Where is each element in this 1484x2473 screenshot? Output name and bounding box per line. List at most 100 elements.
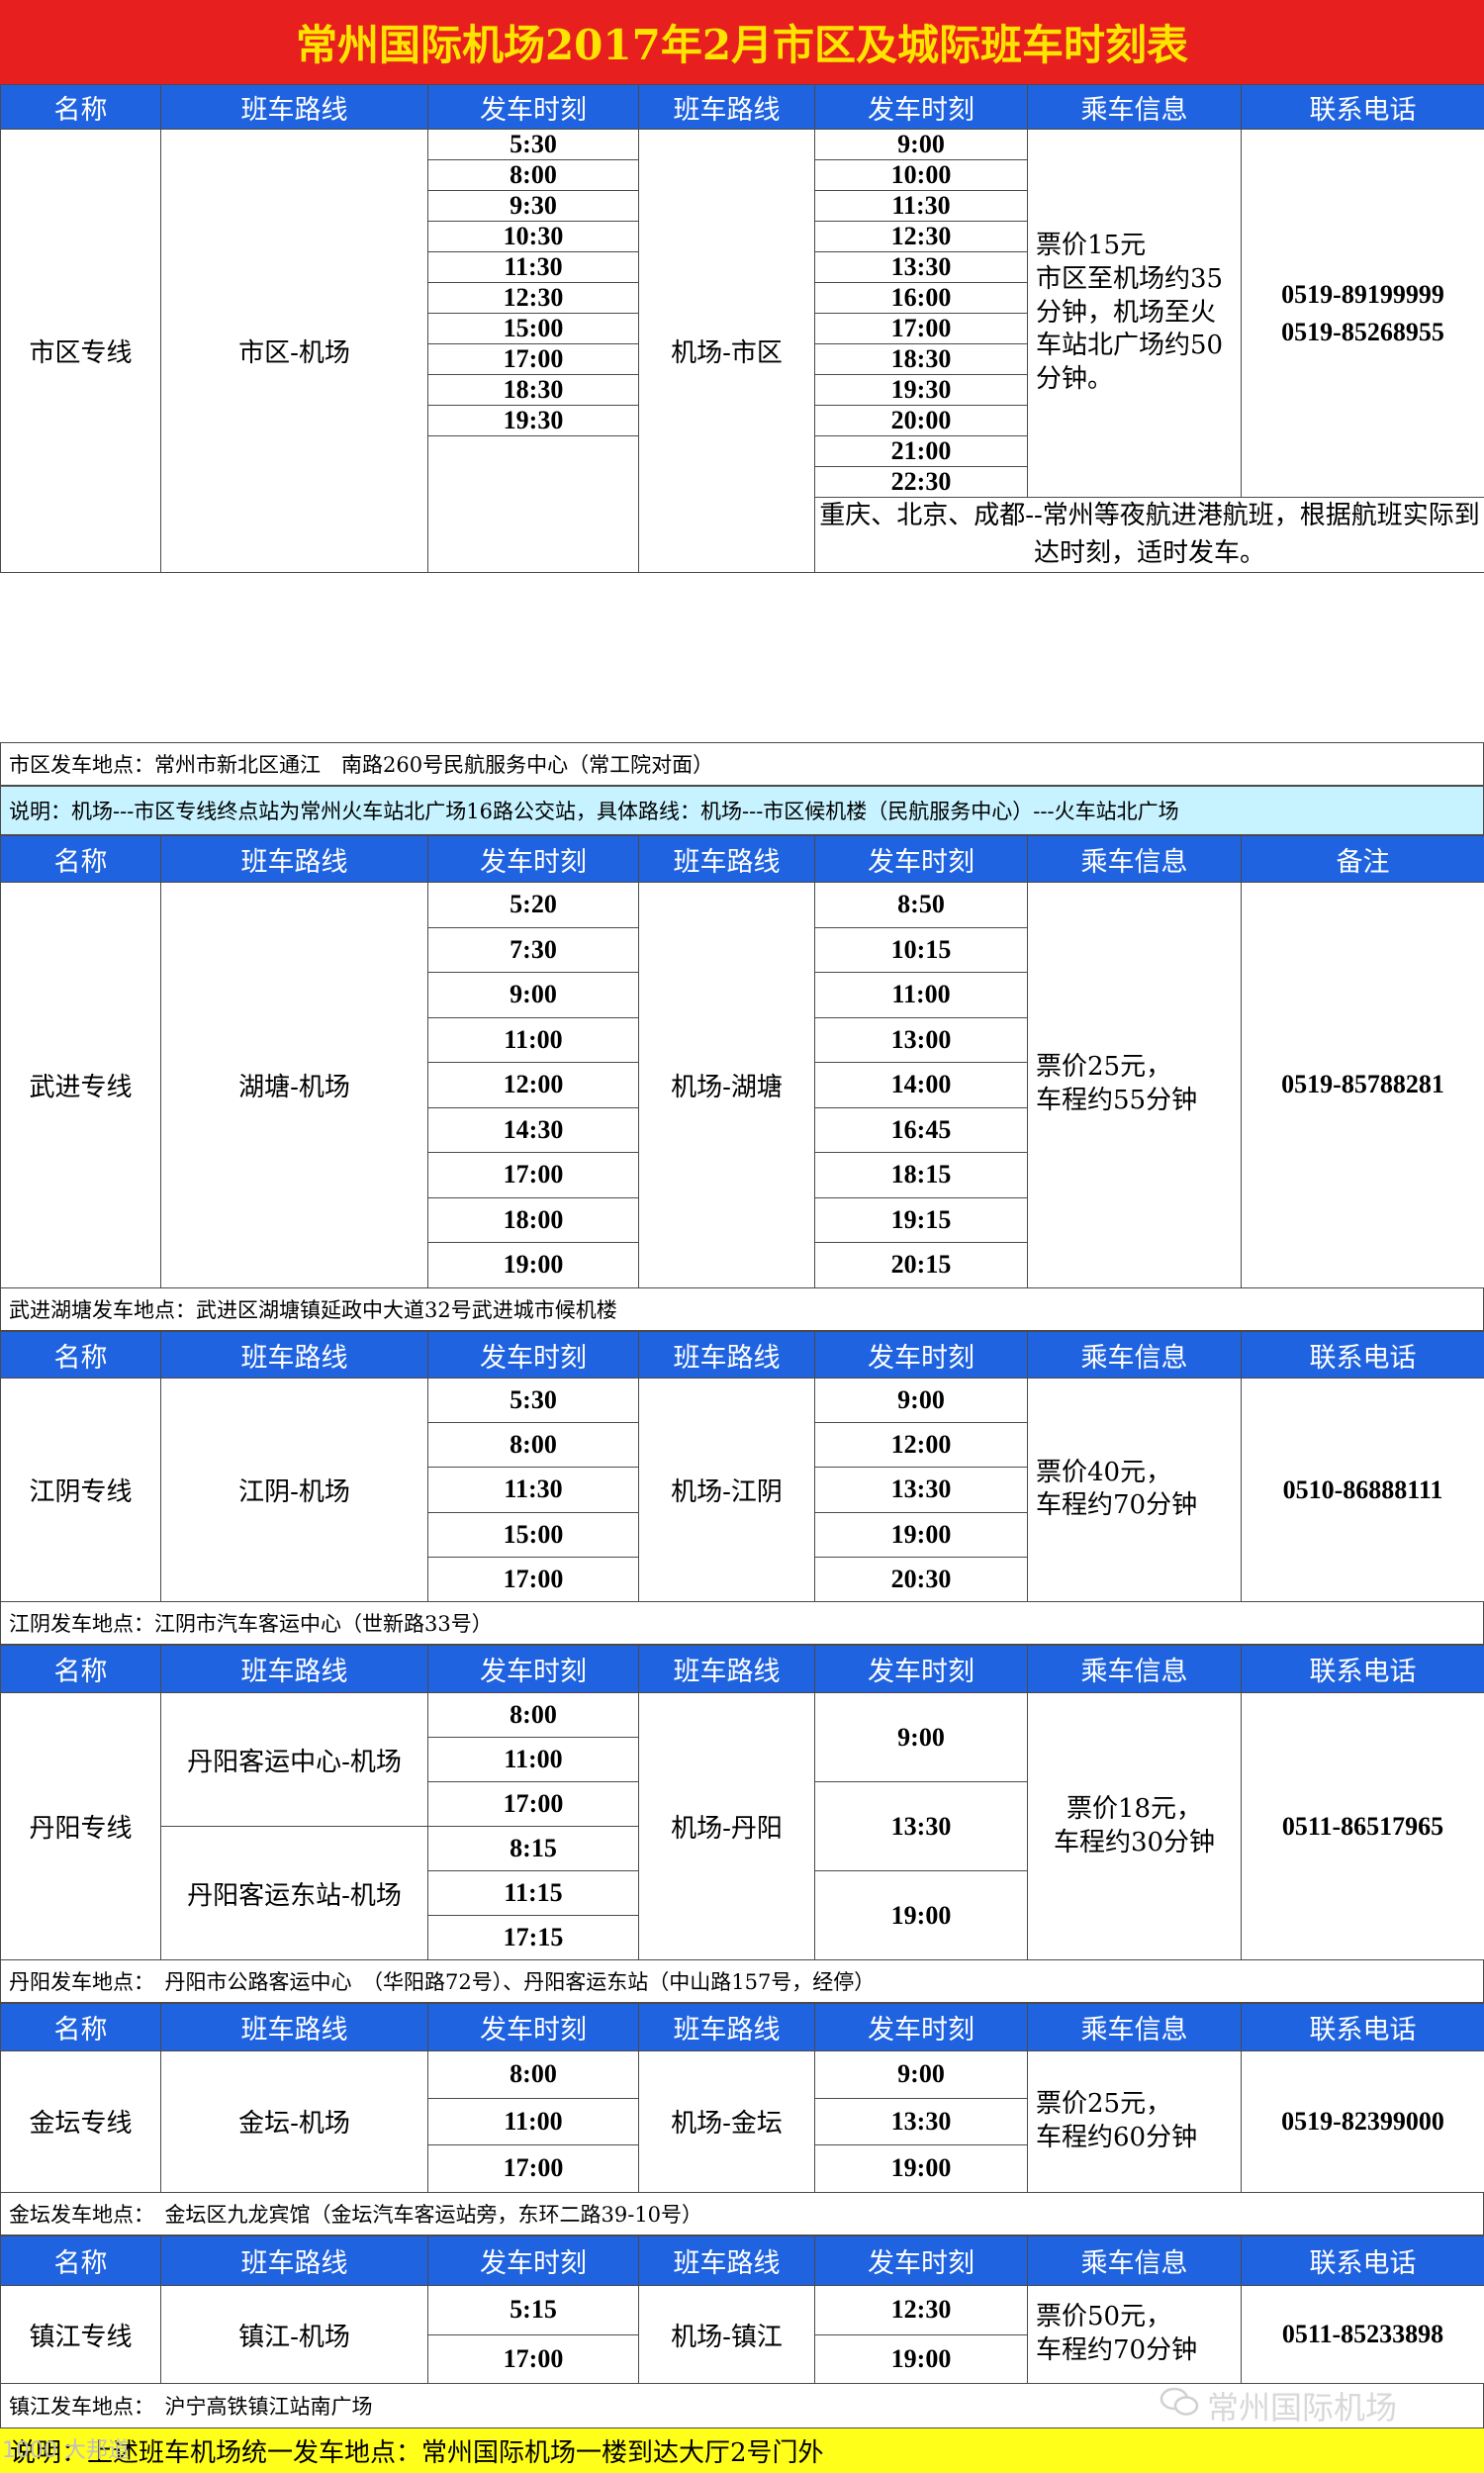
departure-time: 19:30: [427, 405, 639, 436]
departure-time: 11:00: [427, 1016, 639, 1063]
header-route: 班车路线: [638, 2003, 815, 2051]
watermark-corner: 1000 大邦道: [2, 2438, 130, 2463]
location-jintan: 金坛发车地点： 金坛区九龙宾馆（金坛汽车客运站旁，东环二路39-10号）: [0, 2192, 1484, 2235]
watermark-text: 常州国际机场: [1207, 2389, 1398, 2426]
line-name: 江阴专线: [0, 1378, 161, 1602]
departure-time: 14:30: [427, 1106, 639, 1153]
departure-time: 21:00: [814, 435, 1028, 467]
departure-time: 19:00: [814, 1870, 1028, 1960]
phone-number: 0511-85233898: [1241, 2285, 1484, 2384]
fare-info: 票价25元， 车程约60分钟: [1027, 2050, 1242, 2193]
departure-time: 9:00: [814, 129, 1028, 160]
night-flight-note: 重庆、北京、成都--常州等夜航进港航班，根据航班实际到达时刻，适时发车。: [814, 496, 1484, 574]
departure-time: 18:15: [814, 1152, 1028, 1198]
phone-number: 0519-89199999: [1281, 279, 1444, 309]
departure-time: 9:00: [427, 972, 639, 1018]
header-name: 名称: [0, 1331, 161, 1379]
departure-time: 16:00: [814, 282, 1028, 314]
header-time: 发车时刻: [814, 2003, 1028, 2051]
departure-time: 19:00: [814, 2333, 1028, 2384]
departure-time: 19:30: [814, 374, 1028, 406]
fare-info: 票价50元， 车程约70分钟: [1027, 2285, 1242, 2384]
fare-info: 票价40元， 车程约70分钟: [1027, 1378, 1242, 1602]
departure-time: 12:30: [427, 282, 639, 314]
header-info: 乘车信息: [1027, 2003, 1242, 2051]
departure-time: 9:00: [814, 1377, 1028, 1424]
empty-cell: [427, 434, 639, 574]
header-time: 发车时刻: [814, 2235, 1028, 2286]
section-danyang: 名称 班车路线 发车时刻 班车路线 发车时刻 乘车信息 联系电话 丹阳专线 丹阳客…: [0, 1645, 1484, 1960]
header-route: 班车路线: [160, 1645, 428, 1693]
header-route: 班车路线: [160, 2003, 428, 2051]
route-label: 机场-丹阳: [638, 1692, 815, 1960]
section-zhenjiang: 名称 班车路线 发车时刻 班车路线 发车时刻 乘车信息 联系电话 镇江专线 镇江-…: [0, 2235, 1484, 2384]
fare-info: 票价18元， 车程约30分钟: [1027, 1692, 1242, 1960]
header-time: 发车时刻: [427, 84, 639, 130]
header-phone: 联系电话: [1241, 84, 1484, 130]
departure-time: 13:00: [814, 1016, 1028, 1063]
departure-time: 18:30: [814, 343, 1028, 375]
header-name: 名称: [0, 2235, 161, 2286]
route-label: 机场-湖塘: [638, 882, 815, 1288]
departure-time: 19:00: [427, 1242, 639, 1288]
departure-time: 9:00: [814, 1692, 1028, 1782]
header-name: 名称: [0, 1645, 161, 1693]
header-info: 乘车信息: [1027, 1331, 1242, 1379]
departure-time: 17:00: [427, 2144, 639, 2193]
departure-time: 18:30: [427, 374, 639, 406]
route-label: 机场-镇江: [638, 2285, 815, 2384]
departure-time: 18:00: [427, 1196, 639, 1243]
fare-info: 票价25元， 车程约55分钟: [1027, 882, 1242, 1288]
header-route: 班车路线: [638, 1645, 815, 1693]
departure-time: 12:00: [814, 1422, 1028, 1469]
departure-time: 11:15: [427, 1870, 639, 1916]
route-label: 市区-机场: [160, 128, 428, 574]
departure-time: 8:00: [427, 2050, 639, 2099]
header-time: 发车时刻: [427, 2235, 639, 2286]
header-name: 名称: [0, 84, 161, 130]
departure-time: 11:30: [814, 190, 1028, 222]
header-name: 名称: [0, 2003, 161, 2051]
departure-time: 12:30: [814, 221, 1028, 252]
route-label: 丹阳客运东站-机场: [160, 1826, 428, 1960]
header-name: 名称: [0, 835, 161, 883]
header-info: 乘车信息: [1027, 835, 1242, 883]
departure-time: 10:15: [814, 926, 1028, 973]
departure-time: 10:30: [427, 221, 639, 252]
explain-shiqu: 说明：机场---市区专线终点站为常州火车站北广场16路公交站，具体路线：机场--…: [0, 786, 1484, 835]
departure-time: 9:30: [427, 190, 639, 222]
header-route: 班车路线: [160, 1331, 428, 1379]
fare-info: 票价15元 市区至机场约35分钟，机场至火车站北广场约50分钟。: [1027, 129, 1242, 498]
departure-time: 15:00: [427, 1511, 639, 1558]
departure-time: 13:30: [814, 251, 1028, 283]
footer-note: 说明：上述班车机场统一发车地点：常州国际机场一楼到达大厅2号门外: [0, 2428, 1484, 2473]
phone-number: 0519-85788281: [1241, 882, 1484, 1288]
departure-time: 17:00: [427, 1152, 639, 1198]
header-phone: 联系电话: [1241, 2235, 1484, 2286]
phone-number: 0519-89199999 0519-85268955: [1241, 129, 1484, 498]
departure-time: 17:15: [427, 1915, 639, 1960]
location-wujin: 武进湖塘发车地点：武进区湖塘镇延政中大道32号武进城市候机楼: [0, 1287, 1484, 1331]
phone-number: 0510-86888111: [1241, 1378, 1484, 1602]
line-name: 金坛专线: [0, 2050, 161, 2193]
location-shiqu: 市区发车地点：常州市新北区通江 南路260号民航服务中心（常工院对面）: [0, 742, 1484, 786]
departure-time: 15:00: [427, 313, 639, 344]
departure-time: 19:00: [814, 2144, 1028, 2193]
departure-time: 13:30: [814, 1781, 1028, 1871]
route-label: 机场-江阴: [638, 1378, 815, 1602]
header-info: 乘车信息: [1027, 84, 1242, 130]
header-time: 发车时刻: [427, 1645, 639, 1693]
header-phone: 联系电话: [1241, 2003, 1484, 2051]
departure-time: 5:15: [427, 2285, 639, 2335]
phone-number: 0519-82399000: [1241, 2050, 1484, 2193]
departure-time: 11:00: [814, 972, 1028, 1018]
departure-time: 12:00: [427, 1062, 639, 1108]
departure-time: 11:30: [427, 1467, 639, 1513]
route-label: 江阴-机场: [160, 1378, 428, 1602]
phone-number: 0519-85268955: [1281, 317, 1444, 346]
departure-time: 5:20: [427, 882, 639, 928]
header-route: 班车路线: [638, 84, 815, 130]
header-route: 班车路线: [160, 2235, 428, 2286]
header-route: 班车路线: [160, 84, 428, 130]
route-label: 金坛-机场: [160, 2050, 428, 2193]
